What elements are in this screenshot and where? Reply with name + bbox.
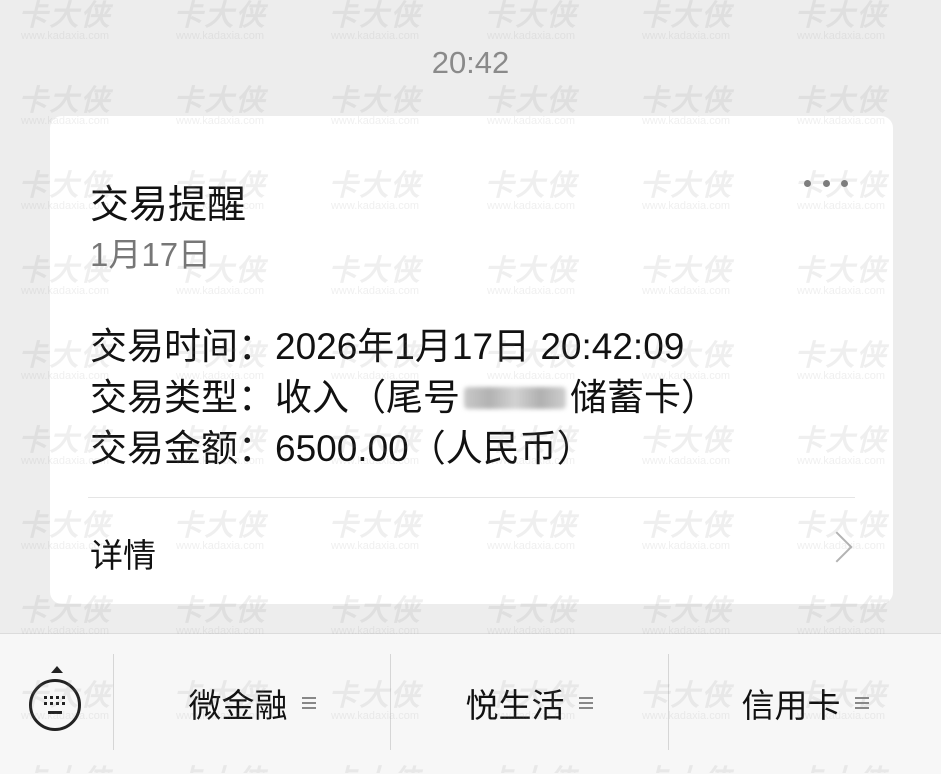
- transaction-details: 交易时间： 2026年1月17日 20:42:09 交易类型： 收入（尾号 储蓄…: [90, 321, 718, 474]
- divider: [88, 497, 855, 498]
- masked-card-number: [464, 386, 566, 409]
- menu-lines-icon: [578, 694, 593, 712]
- menu-tab-label: 悦生活: [465, 686, 565, 725]
- menu-lines-icon: [301, 694, 316, 712]
- menu-tab-micro-finance[interactable]: 微金融: [114, 681, 390, 725]
- watermark-logo: 卡大侠www.kadaxia.com: [18, 0, 112, 42]
- keyboard-icon[interactable]: [22, 666, 92, 746]
- more-icon[interactable]: [804, 176, 848, 190]
- field-value: 6500.00（人民币）: [275, 428, 594, 469]
- menu-tab-life[interactable]: 悦生活: [391, 681, 667, 725]
- transaction-alert-card[interactable]: 交易提醒 1月17日 交易时间： 2026年1月17日 20:42:09 交易类…: [50, 116, 893, 604]
- menu-tab-label: 信用卡: [741, 686, 841, 725]
- watermark-logo: 卡大侠www.kadaxia.com: [639, 0, 733, 42]
- field-label: 交易类型：: [90, 376, 275, 419]
- watermark-logo: 卡大侠www.kadaxia.com: [484, 0, 578, 42]
- details-link[interactable]: 详情: [90, 529, 156, 577]
- transaction-type-row: 交易类型： 收入（尾号 储蓄卡）: [90, 372, 718, 423]
- menu-tab-credit-card[interactable]: 信用卡: [669, 681, 941, 725]
- field-value: 2026年1月17日 20:42:09: [275, 326, 685, 367]
- menu-tab-label: 微金融: [188, 686, 288, 725]
- watermark-logo: 卡大侠www.kadaxia.com: [794, 0, 888, 42]
- field-value-suffix: 储蓄卡）: [570, 376, 718, 419]
- field-label: 交易时间：: [90, 325, 275, 368]
- transaction-amount-row: 交易金额： 6500.00（人民币）: [90, 423, 718, 474]
- service-menu-bar: 微金融 悦生活 信用卡: [0, 633, 941, 774]
- card-title: 交易提醒: [90, 183, 247, 228]
- watermark-logo: 卡大侠www.kadaxia.com: [173, 0, 267, 42]
- chevron-right-icon[interactable]: [821, 531, 853, 563]
- chat-timestamp: 20:42: [431, 45, 510, 80]
- transaction-time-row: 交易时间： 2026年1月17日 20:42:09: [90, 321, 718, 372]
- field-value-prefix: 收入（尾号: [275, 376, 460, 419]
- menu-lines-icon: [854, 694, 869, 712]
- field-label: 交易金额：: [90, 427, 275, 470]
- watermark-logo: 卡大侠www.kadaxia.com: [328, 0, 422, 42]
- card-date: 1月17日: [90, 236, 212, 273]
